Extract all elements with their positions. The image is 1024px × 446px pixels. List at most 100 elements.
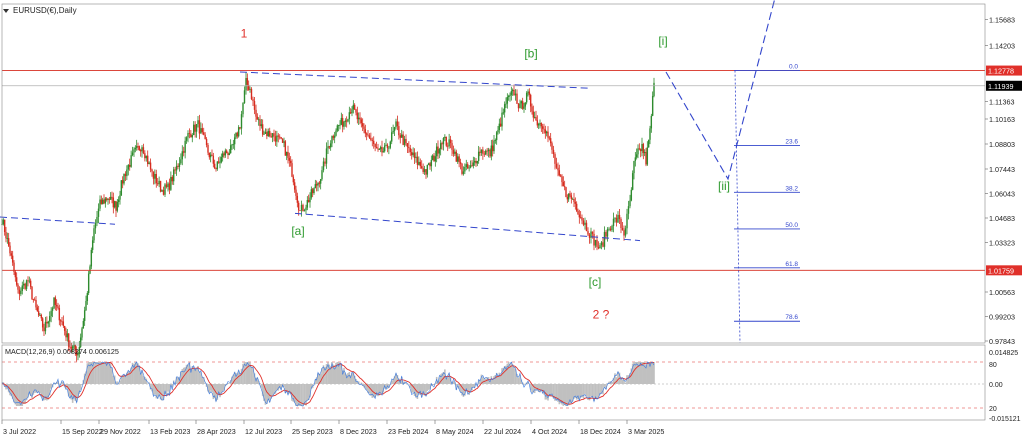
candle-body bbox=[356, 112, 359, 120]
candle-body bbox=[437, 146, 439, 154]
candle-body bbox=[281, 138, 284, 143]
candle-body bbox=[579, 217, 582, 219]
candle-body bbox=[11, 255, 14, 263]
candle-body bbox=[220, 157, 223, 163]
candle-body bbox=[149, 162, 152, 170]
candle-body bbox=[537, 124, 540, 126]
candle-body bbox=[521, 101, 524, 109]
candle-body bbox=[627, 206, 630, 214]
candle-body bbox=[59, 320, 62, 322]
chart-container[interactable]: 0.0 23.6 38.2 50.0 61.8 78.6 1 [b] [i] [a] [ii] [c]… bbox=[0, 0, 1024, 441]
candle-body bbox=[130, 155, 132, 167]
candle-body bbox=[501, 112, 503, 127]
x-tick-label: 8 Dec 2023 bbox=[340, 427, 377, 436]
candle-body bbox=[61, 321, 63, 323]
candle-body bbox=[528, 91, 531, 95]
candle-body bbox=[35, 300, 37, 308]
x-tick-label: 18 Dec 2024 bbox=[580, 427, 621, 436]
candle-body bbox=[558, 170, 561, 176]
candle-body bbox=[198, 120, 201, 134]
candle-body bbox=[232, 144, 235, 146]
candle-body bbox=[448, 139, 450, 147]
candle bbox=[284, 140, 287, 156]
candle-body bbox=[641, 144, 643, 152]
candle-body bbox=[608, 228, 610, 230]
candle-body bbox=[461, 163, 463, 174]
candle-body bbox=[141, 147, 143, 152]
candle-body bbox=[367, 134, 369, 136]
candle-body bbox=[148, 162, 150, 164]
candle-body bbox=[517, 103, 520, 109]
candle-body bbox=[299, 210, 301, 212]
candle-body bbox=[406, 143, 409, 147]
current-price-label: 1.11939 bbox=[988, 82, 1013, 91]
candle-body bbox=[642, 144, 645, 154]
candle-body bbox=[307, 199, 310, 203]
candle-body bbox=[41, 318, 44, 328]
chart-svg[interactable]: 0.0 23.6 38.2 50.0 61.8 78.6 1 [b] [i] [a] [ii] [c]… bbox=[0, 0, 1024, 441]
candle-body bbox=[180, 159, 182, 164]
candle-body bbox=[429, 163, 431, 167]
candle-body bbox=[359, 117, 361, 120]
candle-body bbox=[197, 120, 199, 125]
candle-body bbox=[514, 93, 517, 96]
candle-body bbox=[273, 133, 275, 137]
candle-body bbox=[468, 167, 470, 169]
candle-body bbox=[489, 149, 491, 157]
candle-body bbox=[355, 109, 357, 113]
candle-body bbox=[624, 228, 627, 236]
candle-body bbox=[228, 153, 231, 156]
candle-body bbox=[194, 124, 196, 132]
candle-body bbox=[378, 149, 381, 150]
candle-body bbox=[215, 168, 217, 170]
candle-body bbox=[266, 131, 268, 137]
candle-body bbox=[445, 136, 447, 146]
candle-body bbox=[614, 217, 616, 219]
candle-body bbox=[300, 204, 303, 211]
candle-body bbox=[459, 162, 462, 164]
candle-body bbox=[487, 149, 490, 152]
symbol-label: EURUSD(€),Daily bbox=[13, 6, 77, 15]
candle-body bbox=[171, 176, 173, 182]
candle-body bbox=[28, 280, 31, 282]
candle-body bbox=[569, 193, 571, 196]
candle-body bbox=[491, 145, 494, 152]
x-tick-label: 28 Apr 2023 bbox=[197, 427, 236, 436]
candle-body bbox=[270, 136, 272, 138]
wave-label: [a] bbox=[291, 224, 304, 238]
candle-body bbox=[292, 176, 295, 183]
x-tick-label: 13 Feb 2023 bbox=[150, 427, 190, 436]
candle-body bbox=[93, 228, 95, 241]
candle-body bbox=[27, 280, 29, 282]
candle-body bbox=[139, 149, 142, 152]
candle-body bbox=[46, 321, 48, 324]
candle-body bbox=[231, 144, 233, 146]
candle-body bbox=[510, 91, 513, 95]
candle-body bbox=[418, 161, 420, 165]
candle-body bbox=[552, 149, 555, 155]
candle-body bbox=[539, 122, 541, 125]
candle-body bbox=[144, 153, 146, 159]
macd-y-tick-label: 20 bbox=[989, 406, 997, 413]
candle-body bbox=[395, 121, 397, 128]
candle-body bbox=[113, 201, 116, 208]
candle-body bbox=[333, 135, 336, 138]
candle-body bbox=[566, 197, 569, 200]
candle-body bbox=[649, 128, 651, 140]
candle-body bbox=[240, 114, 243, 129]
candle-body bbox=[315, 184, 318, 186]
candle-body bbox=[441, 143, 443, 145]
candle-body bbox=[305, 207, 307, 211]
candle-body bbox=[227, 153, 229, 156]
candle-body bbox=[108, 198, 111, 200]
candle-body bbox=[433, 155, 435, 162]
candle-body bbox=[291, 163, 293, 177]
candle-body bbox=[167, 183, 169, 187]
candle-body bbox=[164, 184, 166, 195]
candle bbox=[461, 162, 463, 176]
candle-body bbox=[645, 152, 647, 165]
candle-body bbox=[246, 78, 249, 85]
candle-body bbox=[506, 97, 509, 104]
candle-body bbox=[502, 112, 505, 114]
candle-body bbox=[2, 219, 5, 225]
